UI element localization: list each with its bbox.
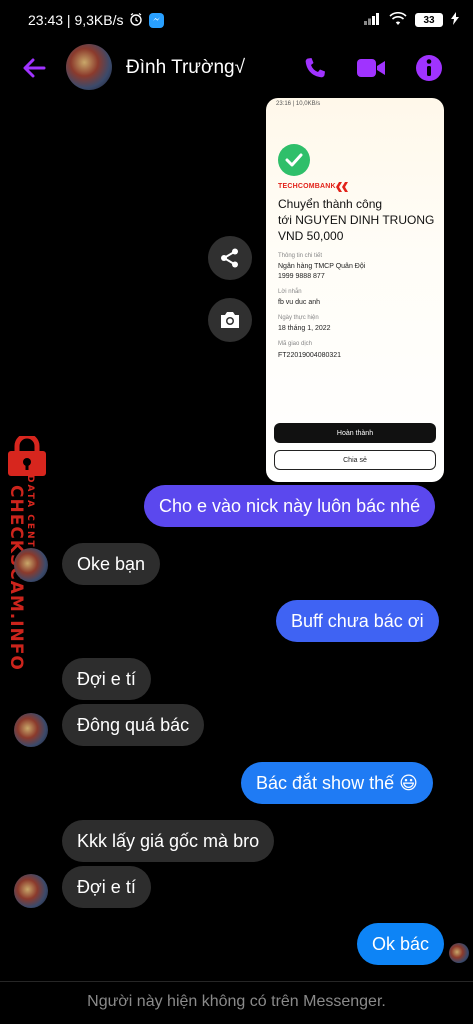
attached-image[interactable]: 23:16 | 10,0KB/s TECHCOMBANK Chuyển thàn…	[266, 98, 444, 482]
signal-icon	[363, 12, 381, 28]
transfer-title-line2: tới NGUYEN DINH TRUONG	[278, 213, 435, 227]
message-incoming[interactable]: Kkk lấy giá gốc mà bro	[62, 820, 275, 862]
status-bar: 23:43 | 9,3KB/s 33	[0, 0, 473, 40]
camera-icon	[221, 312, 239, 328]
transaction-label: Mã giao dịch	[278, 341, 313, 347]
note-label: Lời nhắn	[278, 289, 302, 295]
message-incoming[interactable]: Đợi e tí	[62, 658, 151, 700]
message-incoming[interactable]: Đợi e tí	[62, 866, 151, 908]
status-time-speed: 23:43 | 9,3KB/s	[28, 12, 124, 28]
charging-icon	[451, 12, 459, 28]
camera-button[interactable]	[208, 298, 252, 342]
bank-logo-icon	[336, 182, 348, 192]
contact-name[interactable]: Đình Trường√	[126, 57, 245, 79]
account-number: 1999 9888 877	[278, 273, 325, 280]
conversation-header: Đình Trường√	[0, 40, 473, 96]
phone-icon	[305, 58, 325, 78]
video-call-button[interactable]	[356, 53, 386, 83]
seen-indicator-avatar	[449, 943, 469, 963]
details-label: Thông tin chi tiết	[278, 253, 323, 259]
messenger-notification-icon	[149, 12, 165, 28]
voice-call-button[interactable]	[300, 53, 330, 83]
transfer-title-line3: VND 50,000	[278, 229, 344, 243]
contact-avatar[interactable]	[66, 44, 112, 90]
footer-divider	[0, 981, 473, 982]
share-icon	[221, 248, 238, 268]
message-incoming[interactable]: Đông quá bác	[62, 704, 205, 746]
message-outgoing[interactable]: Bác đắt show thế 😃	[241, 762, 433, 804]
sender-avatar[interactable]	[14, 713, 48, 747]
sender-avatar[interactable]	[14, 548, 48, 582]
transfer-title: Chuyển thành công tới NGUYEN DINH TRUONG…	[278, 196, 438, 244]
attachment-status-text: 23:16 | 10,0KB/s	[276, 101, 321, 107]
transaction-id: FT22019004080321	[278, 352, 342, 359]
status-right: 33	[363, 11, 459, 29]
battery-indicator: 33	[415, 13, 443, 27]
bank-logo-text: TECHCOMBANK	[278, 183, 336, 190]
watermark-lock-icon	[8, 436, 46, 476]
watermark-subtext: DATA CENTER	[25, 475, 35, 566]
message-outgoing[interactable]: Ok bác	[357, 923, 445, 965]
alarm-icon	[129, 12, 143, 29]
share-button-in-image: Chia sẻ	[274, 450, 436, 470]
info-button[interactable]	[414, 53, 444, 83]
note-value: fb vu duc anh	[278, 299, 321, 306]
back-button[interactable]	[20, 54, 48, 82]
message-incoming[interactable]: Oke bạn	[62, 543, 161, 585]
message-outgoing[interactable]: Buff chưa bác ơi	[276, 600, 439, 642]
success-check-icon	[278, 144, 310, 176]
info-icon	[416, 55, 442, 81]
back-arrow-icon	[23, 58, 46, 78]
date-label: Ngày thực hiện	[278, 315, 319, 321]
date-value: 18 tháng 1, 2022	[278, 325, 331, 332]
wifi-icon	[389, 11, 407, 29]
transfer-title-line1: Chuyển thành công	[278, 197, 383, 211]
message-outgoing[interactable]: Cho e vào nick này luôn bác nhé	[144, 485, 436, 527]
video-icon	[357, 59, 385, 77]
sender-avatar[interactable]	[14, 874, 48, 908]
share-button[interactable]	[208, 236, 252, 280]
status-left: 23:43 | 9,3KB/s	[28, 12, 165, 29]
bank-name: Ngân hàng TMCP Quân Đội	[278, 263, 366, 270]
done-button: Hoàn thành	[274, 423, 436, 443]
unavailable-notice: Người này hiện không có trên Messenger.	[87, 993, 386, 1010]
